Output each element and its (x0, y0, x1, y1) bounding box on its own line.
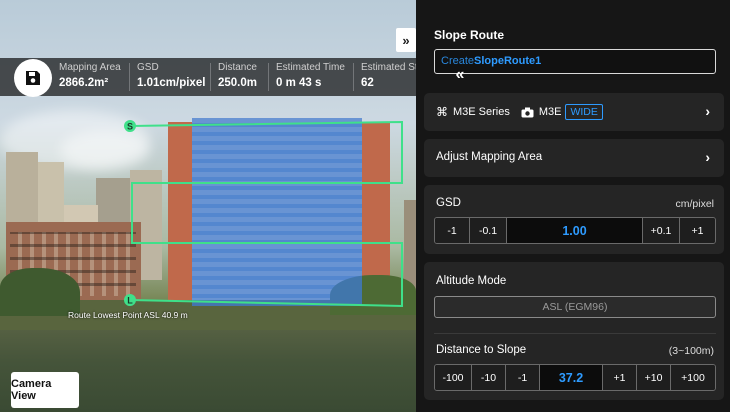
distance-plus-100-button[interactable]: +100 (671, 365, 715, 390)
aircraft-camera-row[interactable]: ⌘ M3E Series M3E WIDE › (424, 93, 724, 131)
gsd-plus-1-button[interactable]: +1 (680, 218, 715, 243)
camera-view-button[interactable]: Camera View (11, 372, 79, 408)
distance-value: 250.0m (218, 77, 258, 89)
storage-stat: Estimated Storage 62 (361, 62, 416, 89)
route-start-label: S (127, 122, 133, 132)
route-land-label: L (127, 296, 133, 306)
gsd-minus-0.1-button[interactable]: -0.1 (470, 218, 507, 243)
gsd-label: GSD (137, 62, 159, 73)
drone-icon: ⌘ (436, 105, 448, 119)
divider (353, 63, 354, 91)
expand-panel-button[interactable]: « (449, 65, 471, 85)
adjust-mapping-area-row[interactable]: Adjust Mapping Area › (424, 139, 724, 177)
distance-plus-1-button[interactable]: +1 (603, 365, 637, 390)
time-stat: Estimated Time 0 m 43 s (276, 62, 345, 89)
save-icon (26, 71, 40, 85)
gsd-value-field[interactable]: 1.00 (507, 218, 643, 243)
panel-title: Slope Route (434, 28, 505, 42)
camera-scene[interactable]: S L Route Lowest Point ASL 40.9 m Mappin… (0, 0, 416, 412)
divider (210, 63, 211, 91)
collapse-panel-button[interactable]: » (396, 28, 416, 52)
gsd-setting-label: GSD (436, 197, 461, 209)
gsd-stepper: -1 -0.1 1.00 +0.1 +1 (434, 217, 716, 244)
storage-value: 62 (361, 77, 374, 89)
storage-label: Estimated Storage (361, 62, 416, 73)
distance-stepper: -100 -10 -1 37.2 +1 +10 +100 (434, 364, 716, 391)
gsd-unit: cm/pixel (675, 198, 714, 210)
lowest-point-label: Route Lowest Point ASL 40.9 m (68, 310, 188, 320)
distance-minus-1-button[interactable]: -1 (506, 365, 540, 390)
divider (129, 63, 130, 91)
distance-minus-100-button[interactable]: -100 (435, 365, 472, 390)
gsd-minus-1-button[interactable]: -1 (435, 218, 470, 243)
drone-series-label: M3E Series (453, 106, 510, 118)
altitude-mode-label: Altitude Mode (436, 275, 507, 287)
distance-label: Distance (218, 62, 257, 73)
adjust-mapping-area-label: Adjust Mapping Area (436, 151, 543, 163)
mapping-area-polygon[interactable] (192, 118, 362, 306)
gsd-card: GSD cm/pixel -1 -0.1 1.00 +0.1 +1 (424, 185, 724, 254)
mapping-area-label: Mapping Area (59, 62, 121, 73)
chevron-right-icon: › (705, 103, 710, 119)
divider (434, 333, 716, 334)
distance-range-label: (3~100m) (668, 345, 714, 357)
chevron-right-icon: › (705, 149, 710, 165)
time-value: 0 m 43 s (276, 77, 322, 89)
altitude-distance-card: Altitude Mode ASL (EGM96) Distance to Sl… (424, 262, 724, 400)
route-name-value: SlopeRoute1 (474, 55, 542, 67)
lens-badge: WIDE (565, 104, 603, 120)
altitude-mode-field[interactable]: ASL (EGM96) (434, 296, 716, 318)
camera-icon (521, 107, 534, 117)
gsd-value: 1.01cm/pixel (137, 77, 206, 89)
gsd-stat: GSD 1.01cm/pixel (137, 62, 205, 89)
route-name-input[interactable]: CreateSlopeRoute1 (434, 49, 716, 74)
divider (268, 63, 269, 91)
mapping-area-value: 2866.2m² (59, 77, 109, 89)
distance-value-field[interactable]: 37.2 (540, 365, 603, 390)
gsd-plus-0.1-button[interactable]: +0.1 (643, 218, 680, 243)
camera-label: M3E (538, 106, 562, 118)
distance-plus-10-button[interactable]: +10 (637, 365, 671, 390)
time-label: Estimated Time (276, 62, 345, 73)
save-button[interactable] (14, 59, 52, 97)
distance-to-slope-label: Distance to Slope (436, 344, 527, 356)
settings-panel: Slope Route CreateSlopeRoute1 ⌘ M3E Seri… (416, 0, 730, 412)
distance-stat: Distance 250.0m (218, 62, 257, 89)
distance-minus-10-button[interactable]: -10 (472, 365, 506, 390)
mapping-area-stat: Mapping Area 2866.2m² (59, 62, 121, 89)
